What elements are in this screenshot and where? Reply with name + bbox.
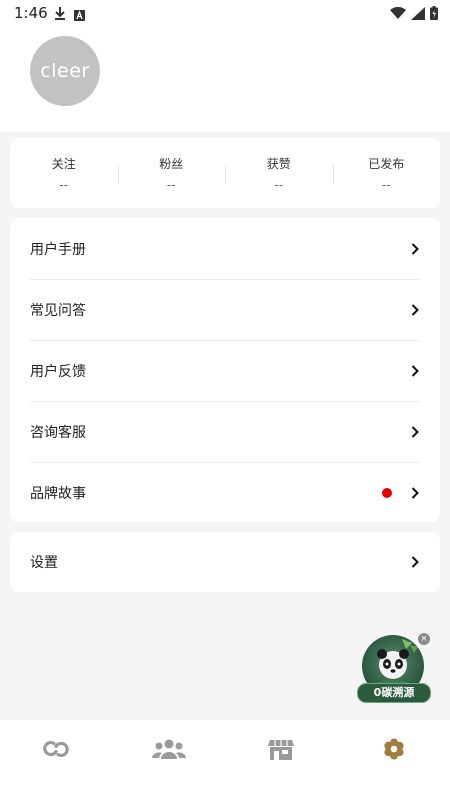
menu-item-customer-service[interactable]: 咨询客服 [10, 401, 440, 462]
stat-followers[interactable]: 粉丝 -- [117, 138, 226, 208]
stat-likes[interactable]: 获赞 -- [225, 138, 333, 208]
a-badge-icon [74, 6, 85, 25]
stat-label: 粉丝 [159, 156, 184, 171]
stat-label: 获赞 [266, 156, 291, 171]
chevron-right-icon [410, 486, 420, 500]
menu-item-faq[interactable]: 常见问答 [10, 279, 440, 340]
community-icon [151, 738, 186, 764]
settings-label: 设置 [30, 555, 58, 571]
gear-icon [383, 738, 405, 764]
bottom-nav [0, 720, 450, 800]
stats-card: 关注 -- 粉丝 -- 获赞 -- 已发布 -- [10, 138, 440, 208]
chevron-right-icon [410, 242, 420, 256]
menu-item-user-manual[interactable]: 用户手册 [10, 218, 440, 279]
stat-following[interactable]: 关注 -- [10, 138, 118, 208]
status-bar: 1:46 [0, 0, 450, 26]
menu-card: 用户手册 常见问答 用户反馈 咨询客服 品牌故事 [10, 218, 440, 522]
stat-label: 关注 [51, 156, 76, 171]
menu-item-label: 用户反馈 [30, 363, 86, 380]
battery-icon [430, 5, 438, 24]
menu-item-label: 常见问答 [30, 302, 86, 319]
nav-tab-settings[interactable] [338, 720, 450, 800]
stat-value: -- [274, 177, 284, 192]
profile-header: cleer [0, 26, 450, 132]
chevron-right-icon [410, 303, 420, 317]
notification-dot [382, 487, 392, 498]
nav-tab-store[interactable] [225, 720, 338, 800]
menu-item-label: 品牌故事 [30, 485, 86, 502]
menu-item-settings[interactable]: 设置 [10, 532, 440, 592]
signal-icon [411, 5, 425, 24]
store-icon [268, 738, 295, 764]
stat-published[interactable]: 已发布 -- [332, 138, 441, 208]
wifi-icon [390, 5, 406, 24]
avatar-logo-text: cleer [40, 60, 90, 82]
close-icon[interactable]: × [418, 633, 430, 645]
download-icon [54, 5, 66, 24]
stat-label: 已发布 [368, 156, 405, 171]
stat-value: -- [166, 177, 176, 192]
chevron-right-icon [410, 364, 420, 378]
nav-tab-link[interactable] [0, 720, 113, 800]
menu-item-label: 咨询客服 [30, 424, 86, 441]
menu-item-label: 用户手册 [30, 241, 86, 258]
settings-card: 设置 [10, 532, 440, 592]
nav-tab-community[interactable] [113, 720, 226, 800]
menu-item-brand-story[interactable]: 品牌故事 [10, 462, 440, 523]
chevron-right-icon [410, 425, 420, 439]
stat-value: -- [381, 177, 391, 192]
carbon-trace-floating-badge[interactable]: × 0碳溯源 [357, 633, 432, 703]
carbon-trace-label: 0碳溯源 [357, 683, 431, 703]
avatar[interactable]: cleer [30, 36, 100, 106]
stat-value: -- [59, 177, 69, 192]
status-time: 1:46 [14, 4, 48, 22]
link-icon [41, 738, 71, 764]
chevron-right-icon [410, 555, 420, 569]
menu-item-feedback[interactable]: 用户反馈 [10, 340, 440, 401]
